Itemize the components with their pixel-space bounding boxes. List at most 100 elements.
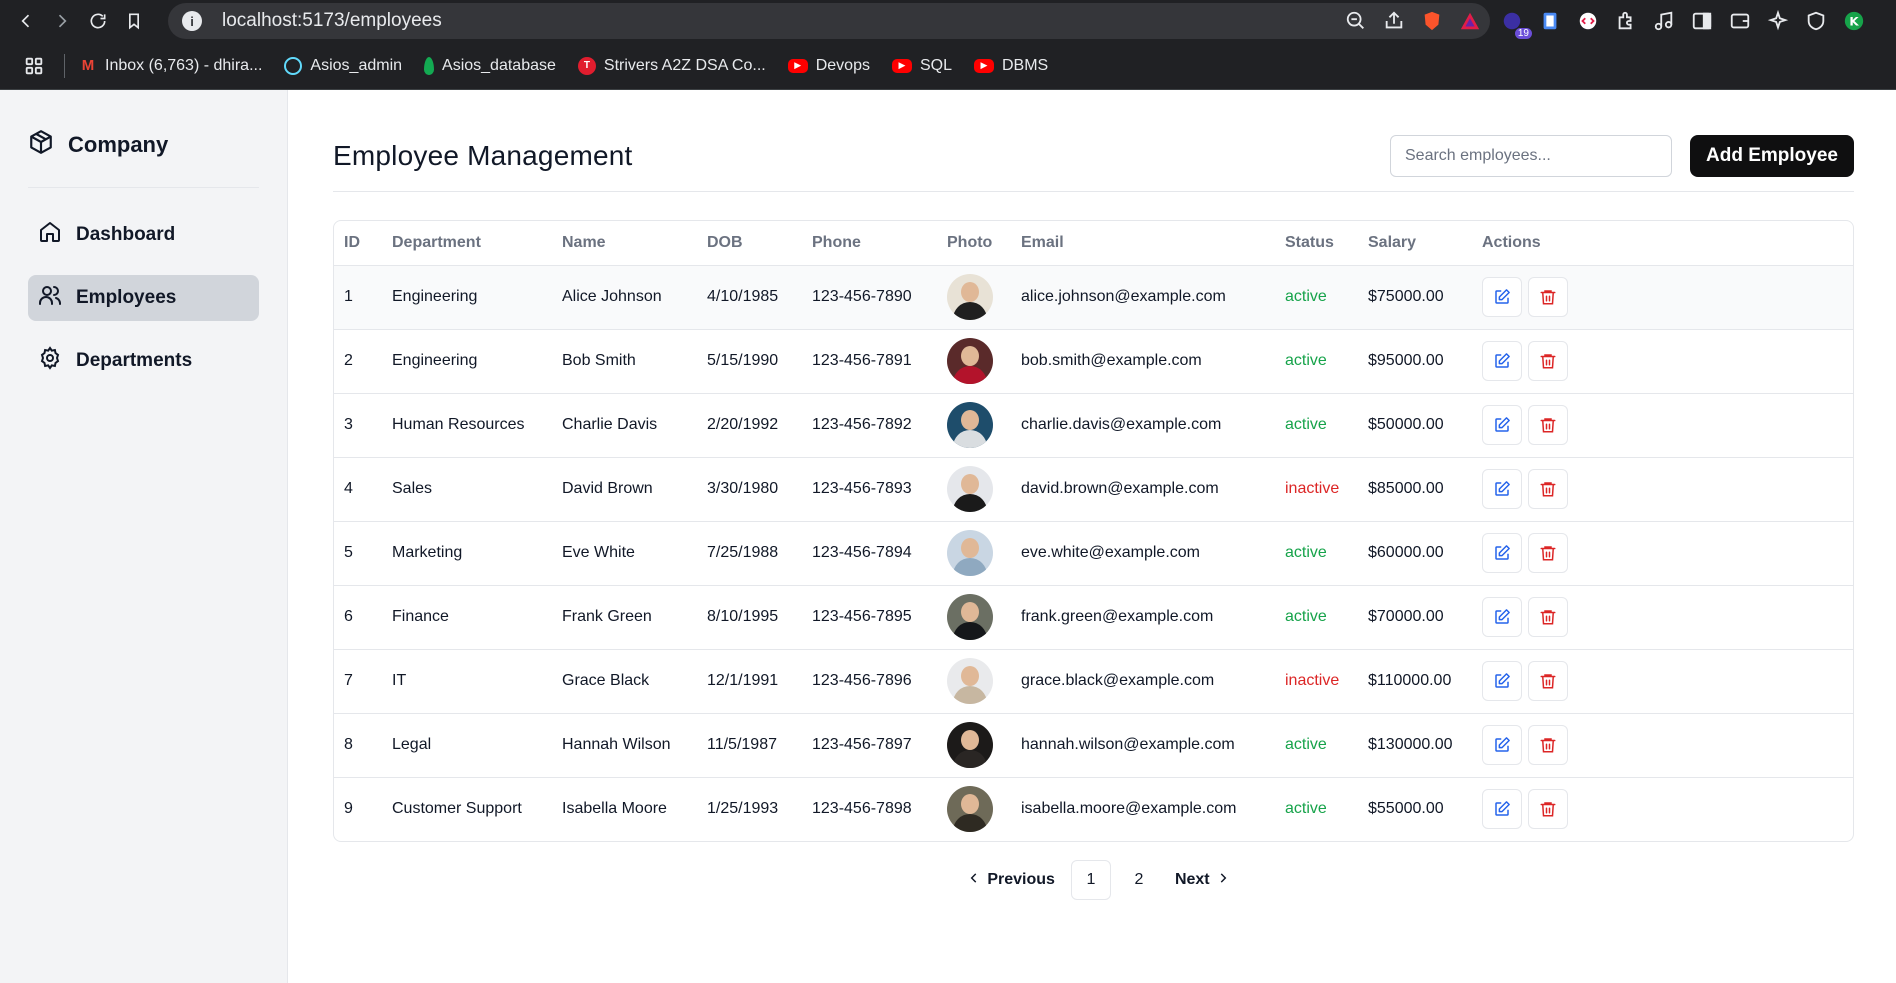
sidebar-item-departments[interactable]: Departments xyxy=(28,338,259,384)
edit-button[interactable] xyxy=(1482,533,1522,573)
column-header: ID xyxy=(334,221,382,266)
address-bar[interactable]: i localhost:5173/employees xyxy=(168,3,1490,39)
next-page-button[interactable]: Next xyxy=(1167,860,1238,900)
trash-icon xyxy=(1540,482,1556,497)
bookmark-item[interactable]: M Inbox (6,763) - dhira... xyxy=(79,56,263,75)
trash-icon xyxy=(1540,610,1556,625)
bookmark-item[interactable]: Asios_database xyxy=(424,56,556,75)
sidebar-item-dashboard[interactable]: Dashboard xyxy=(28,212,259,258)
photo-cell xyxy=(937,329,1011,394)
vpn-icon[interactable] xyxy=(1804,9,1828,33)
bookmark-item[interactable]: T Strivers A2Z DSA Co... xyxy=(577,56,766,75)
status-label: active xyxy=(1285,800,1327,818)
delete-button[interactable] xyxy=(1528,341,1568,381)
cell-id: 7 xyxy=(334,649,382,714)
edit-button[interactable] xyxy=(1482,789,1522,830)
media-icon[interactable] xyxy=(1652,9,1676,33)
table-row[interactable]: 7 IT Grace Black 12/1/1991 123-456-7896 grace… xyxy=(334,649,1853,714)
dev-extension-icon[interactable] xyxy=(1576,9,1600,33)
youtube-icon: ▶ xyxy=(973,58,994,73)
column-header: Photo xyxy=(937,221,1011,266)
youtube-icon: ▶ xyxy=(891,58,912,73)
status-label: active xyxy=(1275,393,1358,458)
status-label: inactive xyxy=(1275,457,1358,522)
avatar xyxy=(947,722,993,768)
actions-cell xyxy=(1472,585,1853,650)
back-icon[interactable] xyxy=(8,3,44,39)
table-row[interactable]: 2 Engineering Bob Smith 5/15/1990 123-456-78… xyxy=(334,329,1853,394)
leo-ai-icon[interactable] xyxy=(1766,9,1790,33)
edit-button[interactable] xyxy=(1482,341,1522,381)
table-row[interactable]: 3 Human Resources Charlie Davis 2/20/1992 12… xyxy=(334,393,1853,458)
edit-button[interactable] xyxy=(1482,597,1522,637)
table-row[interactable]: 8 Legal Hannah Wilson 11/5/1987 123-456-7897… xyxy=(334,713,1853,778)
page-1-button[interactable]: 1 xyxy=(1070,860,1111,900)
bookmark-label: Asios_database xyxy=(442,56,556,74)
bookmark-item[interactable]: ▶ Devops xyxy=(787,57,870,75)
sidebar-item-label: Departments xyxy=(76,350,193,371)
page-2-button[interactable]: 2 xyxy=(1119,860,1159,900)
bookmark-item[interactable]: ▶ SQL xyxy=(891,57,952,75)
brave-rewards-icon[interactable] xyxy=(1458,9,1482,33)
actions-cell xyxy=(1472,393,1853,458)
zoom-icon[interactable] xyxy=(1344,9,1368,33)
bookmark-label: Inbox (6,763) - dhira... xyxy=(105,56,263,74)
share-icon[interactable] xyxy=(1382,9,1406,33)
edit-button[interactable] xyxy=(1482,469,1522,509)
delete-button[interactable] xyxy=(1528,597,1568,637)
delete-button[interactable] xyxy=(1528,533,1568,573)
previous-page-button[interactable]: Previous xyxy=(959,860,1063,900)
wallet-icon[interactable] xyxy=(1728,9,1752,33)
photo-cell xyxy=(937,777,1011,841)
cell-phone: 123-456-7898 xyxy=(812,800,912,818)
extension-badge-icon[interactable]: 19 xyxy=(1500,9,1532,39)
search-input[interactable] xyxy=(1390,134,1672,177)
edit-button[interactable] xyxy=(1482,405,1522,445)
url-text[interactable]: localhost:5173/employees xyxy=(222,10,442,32)
avatar xyxy=(947,530,993,576)
sidebar-item-employees[interactable]: Employees xyxy=(28,275,259,321)
trash-icon xyxy=(1540,738,1556,753)
bookmarks-divider xyxy=(64,53,65,78)
avatar xyxy=(947,658,993,704)
cell-phone: 123-456-7896 xyxy=(802,649,937,714)
column-header: Department xyxy=(382,221,552,266)
delete-button[interactable] xyxy=(1528,789,1568,830)
site-info-icon[interactable]: i xyxy=(182,11,202,31)
edit-button[interactable] xyxy=(1482,277,1522,317)
bookmark-item[interactable]: Asios_admin xyxy=(284,56,402,75)
table-row[interactable]: 1 Engineering Alice Johnson 4/10/1985 123-45… xyxy=(334,265,1853,330)
reload-icon[interactable] xyxy=(80,3,116,39)
cell-dob: 1/25/1993 xyxy=(707,800,779,818)
delete-button[interactable] xyxy=(1528,405,1568,445)
bookmark-item[interactable]: ▶ DBMS xyxy=(973,57,1048,75)
table-row[interactable]: 4 Sales David Brown 3/30/1980 123-456-7893 da… xyxy=(334,457,1853,522)
table-row[interactable]: 5 Marketing Eve White 7/25/1988 123-456-7894… xyxy=(334,521,1853,586)
forward-icon[interactable] xyxy=(44,3,80,39)
delete-button[interactable] xyxy=(1528,469,1568,509)
delete-button[interactable] xyxy=(1528,725,1568,765)
cell-salary: $60000.00 xyxy=(1358,521,1472,586)
status-label: active xyxy=(1275,713,1358,778)
brave-shield-icon[interactable] xyxy=(1420,9,1444,33)
apps-grid-icon[interactable] xyxy=(16,48,52,84)
main-content: Employee Management Add Employee IDDepar… xyxy=(288,90,1896,983)
cell-salary: $75000.00 xyxy=(1358,265,1472,330)
profile-avatar-icon[interactable]: K xyxy=(1842,9,1866,33)
add-employee-button[interactable]: Add Employee xyxy=(1690,134,1854,177)
table-row[interactable]: 6 Finance Frank Green 8/10/1995 123-456-7895… xyxy=(334,585,1853,650)
puzzle-extensions-icon[interactable] xyxy=(1614,9,1638,33)
delete-button[interactable] xyxy=(1528,661,1568,701)
notes-extension-icon[interactable] xyxy=(1538,9,1562,33)
cell-department: Legal xyxy=(382,713,552,778)
edit-button[interactable] xyxy=(1482,661,1522,701)
delete-button[interactable] xyxy=(1528,277,1568,317)
bookmark-icon[interactable] xyxy=(116,3,152,39)
table-row[interactable]: 9 Customer Support Isabella Moore 1/25/1993… xyxy=(334,777,1853,841)
sidebar-toggle-icon[interactable] xyxy=(1690,9,1714,33)
sidebar-item-label: Dashboard xyxy=(76,224,176,245)
cell-dob: 5/15/1990 xyxy=(697,329,802,394)
edit-button[interactable] xyxy=(1482,725,1522,765)
brand-name: Company xyxy=(68,131,169,157)
cell-name: Bob Smith xyxy=(552,329,697,394)
